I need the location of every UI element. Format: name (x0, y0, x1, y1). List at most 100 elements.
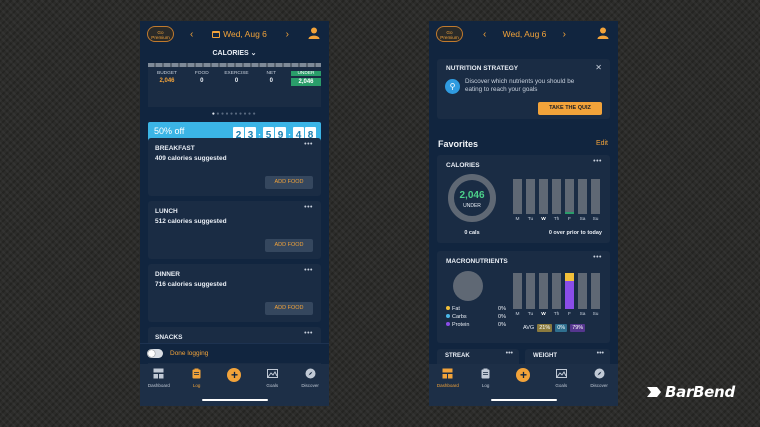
profile-icon[interactable] (307, 26, 321, 40)
meal-card-breakfast: BREAKFAST 409 calories suggested ••• ADD… (148, 138, 321, 196)
macro-day-bar (539, 273, 548, 309)
calories-dropdown-label: CALORIES (212, 50, 249, 57)
calendar-icon (212, 30, 221, 38)
legend-fat: Fat 0% (446, 306, 506, 312)
macro-week-bars (513, 273, 600, 309)
goals-icon (555, 369, 567, 378)
more-icon[interactable]: ••• (304, 267, 313, 274)
stat-value: 2,046 (291, 78, 321, 86)
more-icon[interactable]: ••• (506, 350, 513, 357)
stat-label: UNDER (291, 71, 321, 76)
calorie-progress-bar (148, 63, 321, 67)
fork-knife-icon: ⚲ (445, 79, 460, 94)
nav-dashboard[interactable]: Dashboard (433, 368, 463, 406)
favorites-heading: Favorites (438, 139, 479, 149)
stat-value: 2,046 (159, 78, 175, 84)
chevron-right-icon[interactable]: › (286, 29, 289, 40)
calorie-summary: BUDGET 2,046 FOOD 0 EXERCISE 0 NET 0 UND… (148, 63, 321, 107)
phone-dashboard-screen: Go Premium ‹ Wed, Aug 6 › NUTRITION STRA… (429, 21, 618, 406)
meal-name: SNACKS (155, 334, 183, 341)
stat-value: 0 (234, 78, 239, 84)
more-icon[interactable]: ••• (593, 158, 602, 165)
stat-budget: BUDGET 2,046 (152, 71, 182, 86)
nav-dashboard[interactable]: Dashboard (144, 368, 174, 406)
calorie-day-bar (526, 179, 535, 214)
take-quiz-button[interactable]: TAKE THE QUIZ (538, 102, 602, 115)
more-icon[interactable]: ••• (304, 141, 313, 148)
nav-label: Log (192, 383, 201, 388)
macro-legend: Fat 0% Carbs 0% Protein 0% (446, 306, 506, 330)
nutrition-strategy-card: NUTRITION STRATEGY ✕ ⚲ Discover which nu… (437, 59, 610, 119)
date-label[interactable]: Wed, Aug 6 (503, 29, 547, 39)
more-icon[interactable]: ••• (304, 330, 313, 337)
edit-favorites-link[interactable]: Edit (596, 140, 608, 147)
stat-label: EXERCISE (224, 71, 249, 76)
barbend-logo: BarBend (646, 383, 735, 401)
cals-label: 0 cals (464, 230, 480, 236)
done-logging-toggle[interactable] (147, 349, 163, 358)
top-bar: Go Premium ‹ Wed, Aug 6 › (429, 21, 618, 49)
more-icon[interactable]: ••• (597, 350, 604, 357)
compass-icon (305, 368, 316, 379)
nav-discover[interactable]: Discover (295, 368, 325, 406)
nav-label: Discover (590, 383, 608, 388)
day-label: M (515, 217, 520, 222)
add-food-button[interactable]: ADD FOOD (265, 302, 313, 315)
day-label: W (541, 217, 546, 222)
meal-card-lunch: LUNCH 512 calories suggested ••• ADD FOO… (148, 201, 321, 259)
add-food-button[interactable]: ADD FOOD (265, 176, 313, 189)
promo-title: 50% off (154, 126, 185, 136)
calorie-week-bars (513, 179, 600, 214)
meal-card-dinner: DINNER 716 calories suggested ••• ADD FO… (148, 264, 321, 322)
chevron-left-icon[interactable]: ‹ (483, 29, 486, 40)
close-icon[interactable]: ✕ (595, 63, 602, 72)
avg-label: AVG (523, 325, 535, 331)
nav-label: Goals (266, 383, 279, 388)
dashboard-icon (153, 368, 164, 379)
macro-averages: AVG 21% 0% 79% (523, 324, 586, 332)
day-label: Th (553, 217, 560, 222)
date-display[interactable]: Wed, Aug 6 (212, 29, 267, 39)
stat-under: UNDER 2,046 (291, 71, 321, 86)
card-title: STREAK (445, 353, 470, 359)
phone-log-screen: Go Premium ‹ Wed, Aug 6 › CALORIES ⌄ BUD… (140, 21, 329, 406)
strategy-text: Discover which nutrients you should be e… (465, 78, 575, 93)
calories-card[interactable]: CALORIES ••• 2,046 UNDER M Tu W Th F Sa Su 0 c… (437, 155, 610, 243)
profile-icon[interactable] (596, 26, 610, 40)
meal-suggested: 716 calories suggested (155, 281, 227, 288)
stat-net: NET 0 (256, 71, 286, 86)
chevron-down-icon: ⌄ (250, 50, 257, 57)
day-label: Su (592, 312, 599, 317)
more-icon[interactable]: ••• (593, 254, 602, 261)
stat-label: FOOD (194, 71, 209, 76)
chevron-right-icon[interactable]: › (563, 29, 566, 40)
nav-label: Discover (301, 383, 319, 388)
nav-label: Dashboard (147, 383, 170, 388)
page-dots[interactable]: ●●●●●●●●●● (140, 111, 329, 117)
plus-icon: + (516, 368, 531, 382)
strategy-title: NUTRITION STRATEGY (446, 65, 519, 72)
stat-food: FOOD 0 (187, 71, 217, 86)
nav-label: Goals (555, 383, 568, 388)
day-label: Sa (579, 217, 586, 222)
add-food-button[interactable]: ADD FOOD (265, 239, 313, 252)
go-premium-button[interactable]: Go Premium (147, 26, 174, 42)
chevron-left-icon[interactable]: ‹ (190, 29, 193, 40)
brand-name: BarBend (665, 383, 735, 401)
date-label: Wed, Aug 6 (223, 29, 267, 39)
meal-name: BREAKFAST (155, 145, 195, 152)
avg-carbs: 0% (555, 324, 568, 332)
nav-discover[interactable]: Discover (584, 368, 614, 406)
protein-segment (565, 280, 574, 309)
over-prior-label: 0 over prior to today (548, 230, 602, 236)
go-premium-button[interactable]: Go Premium (436, 26, 463, 42)
macronutrients-card[interactable]: MACRONUTRIENTS ••• M Tu W Th F Sa Su Fat 0% Car… (437, 251, 610, 343)
macro-day-bar (552, 273, 561, 309)
calories-dropdown[interactable]: CALORIES ⌄ (140, 49, 329, 57)
home-indicator (490, 399, 557, 401)
dashboard-icon (442, 368, 453, 379)
more-icon[interactable]: ••• (304, 204, 313, 211)
legend-name: Protein (452, 322, 470, 328)
calorie-day-bar (513, 179, 522, 214)
avg-protein: 79% (570, 324, 586, 332)
